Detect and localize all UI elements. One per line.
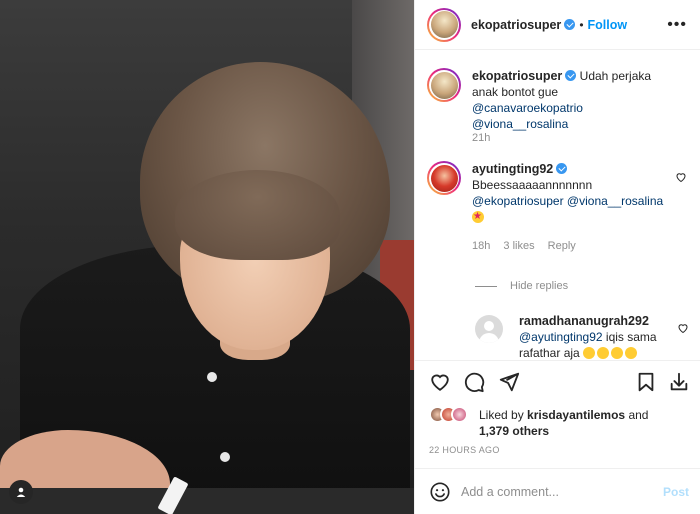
liked-by-and: and [628,408,649,422]
comment-icon[interactable] [463,371,485,393]
caption-time[interactable]: 21h [472,132,490,144]
user-tag-icon [16,487,26,497]
post-photo[interactable] [0,0,414,514]
hide-replies-line [475,285,497,287]
photo-table [0,488,414,514]
follow-button[interactable]: Follow [588,18,628,32]
verified-badge-icon [556,163,568,174]
hide-replies-button[interactable]: Hide replies [475,280,568,292]
liked-by-avatars[interactable] [429,404,468,424]
liked-by-others[interactable]: 1,379 others [479,424,549,438]
comment-body: Bbeessaaaaannnnnnn [472,178,593,192]
bookmark-icon[interactable] [635,371,657,393]
caption-comment: ekopatriosuper Udah perjaka anak bontot … [427,68,689,148]
more-options-icon[interactable]: ••• [667,16,687,34]
reply-item: ramadhananugrah292 @ayutingting92 iqis s… [475,313,691,360]
post-comment-button[interactable]: Post [663,485,689,499]
header-separator: • [579,17,584,32]
liked-by-prefix: Liked by [479,408,524,422]
photo-shirt-button [220,452,230,462]
mention-link[interactable]: @ayutingting92 [519,330,603,344]
grin-emoji-icon [583,347,596,359]
emoji-picker-icon[interactable] [429,481,451,506]
comment-meta: 18h 3 likes Reply [472,240,586,252]
commenter-avatar[interactable] [427,161,461,195]
author-avatar[interactable] [427,7,461,42]
mention-link[interactable]: @ekopatriosuper [472,194,564,208]
caption-author-avatar[interactable] [427,68,461,102]
mention-link[interactable]: @canavaroekopatrio [472,101,583,115]
post-timestamp[interactable]: 22 HOURS AGO [429,445,500,455]
grin-emoji-icon [611,347,624,359]
comment-text: ayutingting92 Bbeessaaaaannnnnnn @ekopat… [472,161,672,225]
post-header: ekopatriosuper • Follow ••• [415,0,700,50]
comment-like-icon[interactable] [675,171,687,186]
liked-by-user[interactable]: krisdayantilemos [527,408,625,422]
reply-like-icon[interactable] [677,322,689,337]
send-icon[interactable] [498,371,520,393]
photo-bangs [175,170,340,260]
download-icon[interactable] [668,371,690,393]
verified-badge-icon [565,70,577,81]
liked-by-text: Liked by krisdayantilemos and 1,379 othe… [479,407,694,439]
author-username[interactable]: ekopatriosuper [471,18,561,32]
grin-emoji-icon [625,347,638,359]
comment-item: ayutingting92 Bbeessaaaaannnnnnn @ekopat… [427,161,689,253]
caption-meta: 21h [472,132,500,144]
tagged-users-button[interactable] [9,480,33,504]
photo-shirt-button [207,372,217,382]
grin-emoji-icon [597,347,610,359]
comment-likes[interactable]: 3 likes [503,240,534,252]
post-actions-bar [415,360,700,402]
reply-avatar[interactable] [475,315,503,343]
comment-input[interactable] [461,482,641,502]
reply-text: ramadhananugrah292 @ayutingting92 iqis s… [519,313,669,360]
mention-link[interactable]: @viona__rosalina [567,194,663,208]
hide-replies-label: Hide replies [510,280,569,292]
caption-username[interactable]: ekopatriosuper [472,69,562,83]
add-comment-bar: Post [415,468,700,514]
caption-text: ekopatriosuper Udah perjaka anak bontot … [472,68,672,132]
comment-username[interactable]: ayutingting92 [472,162,553,176]
star-struck-emoji-icon [472,209,484,225]
comment-time[interactable]: 18h [472,240,490,252]
reply-username[interactable]: ramadhananugrah292 [519,314,649,328]
post-side-panel: ekopatriosuper • Follow ••• ekopatriosup… [414,0,700,514]
reply-button[interactable]: Reply [548,240,576,252]
heart-icon[interactable] [429,371,451,393]
comments-list[interactable]: ekopatriosuper Udah perjaka anak bontot … [415,51,700,360]
liker-avatar [451,405,468,423]
verified-badge-icon [564,19,576,30]
mention-link[interactable]: @viona__rosalina [472,117,568,131]
